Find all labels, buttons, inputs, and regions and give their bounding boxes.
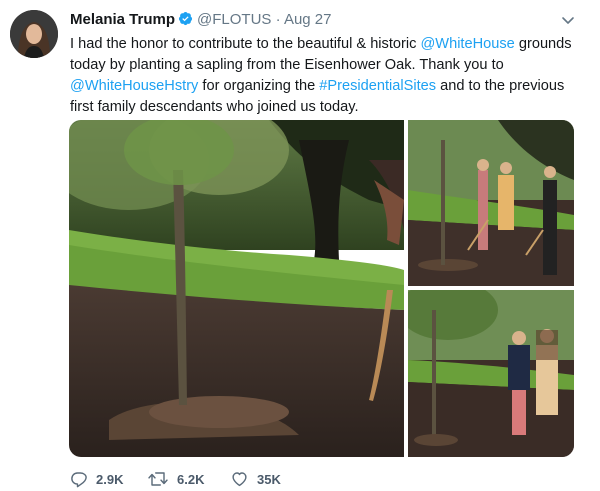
reply-icon [71, 472, 87, 488]
hashtag-presidentialsites-link[interactable]: #PresidentialSites [319, 78, 436, 94]
tweet-date[interactable]: Aug 27 [284, 11, 332, 28]
mention-whitehouse-link[interactable]: @WhiteHouse [420, 36, 514, 52]
reply-button[interactable]: 2.9K [70, 470, 123, 488]
avatar-image [10, 10, 58, 58]
tweet-header: Melania Trump @FLOTUS · Aug 27 [70, 11, 332, 30]
media-grid [69, 120, 574, 457]
tweet-text: I had the honor to contribute to the bea… [70, 34, 580, 118]
verified-badge-icon [178, 11, 193, 30]
bottom-right-photo[interactable] [408, 290, 574, 457]
retweet-button[interactable]: 6.2K [147, 470, 204, 488]
tweet-text-segment: for organizing the [198, 78, 320, 94]
top-right-photo[interactable] [408, 120, 574, 286]
tweet-text-segment: I had the honor to contribute to the bea… [70, 36, 421, 52]
author-handle[interactable]: @FLOTUS [197, 11, 271, 28]
tweet[interactable]: Melania Trump @FLOTUS · Aug 27 I had the … [0, 0, 600, 491]
retweet-icon [148, 472, 168, 486]
reply-count: 2.9K [96, 471, 124, 487]
heart-icon [232, 472, 247, 487]
main-photo[interactable] [69, 120, 404, 457]
author-name[interactable]: Melania Trump [70, 11, 175, 28]
mention-whitehousehstry-link[interactable]: @WhiteHouseHstry [70, 78, 198, 94]
like-button[interactable]: 35K [230, 470, 281, 488]
avatar[interactable] [10, 10, 58, 58]
retweet-count: 6.2K [177, 471, 205, 487]
chevron-down-icon[interactable] [560, 12, 576, 28]
like-count: 35K [257, 471, 281, 487]
meta-separator: · [275, 11, 281, 28]
